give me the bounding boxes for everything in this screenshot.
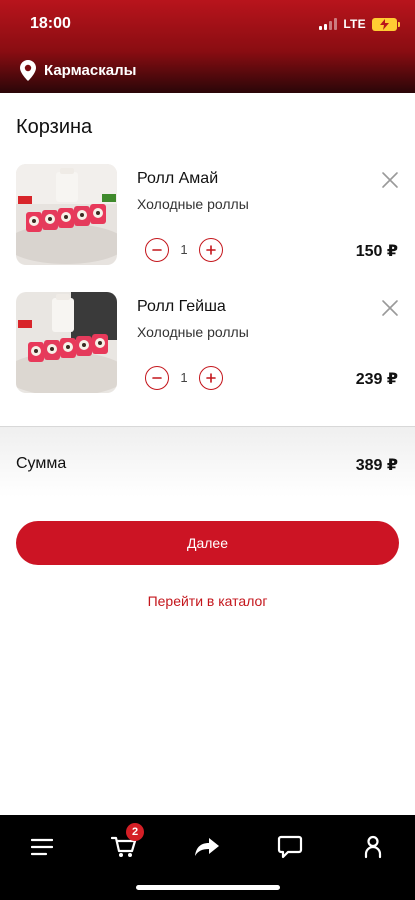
page-title: Корзина [16, 116, 93, 138]
location-pin-icon [20, 60, 36, 81]
product-price: 239 ₽ [355, 371, 398, 388]
product-price: 150 ₽ [355, 243, 398, 260]
tab-profile[interactable] [353, 827, 393, 867]
product-category: Холодные роллы [137, 196, 249, 212]
location-name: Кармаскалы [44, 62, 137, 79]
sum-label: Сумма [16, 455, 67, 472]
app-header: 18:00 LTE Кармаскалы [0, 0, 415, 93]
quantity-value: 1 [180, 370, 188, 385]
product-name: Ролл Гейша [137, 298, 226, 315]
increase-quantity-button[interactable] [199, 238, 223, 262]
battery-charging-icon [372, 17, 400, 31]
signal-icon [319, 18, 338, 30]
order-summary: Сумма 389 ₽ [0, 427, 415, 497]
next-button[interactable]: Далее [16, 521, 399, 565]
close-icon [382, 300, 398, 316]
cart-item: Ролл Гейша Холодные роллы 1 239 ₽ [0, 292, 415, 396]
status-bar: 18:00 LTE [0, 0, 415, 48]
plus-icon [206, 373, 216, 383]
remove-item-button[interactable] [380, 298, 400, 318]
status-indicators: LTE [319, 16, 400, 32]
product-image [16, 292, 117, 393]
decrease-quantity-button[interactable] [145, 238, 169, 262]
tab-share[interactable] [187, 827, 227, 867]
remove-item-button[interactable] [380, 170, 400, 190]
network-type: LTE [343, 17, 366, 31]
status-time: 18:00 [30, 15, 71, 32]
product-category: Холодные роллы [137, 324, 249, 340]
quantity-value: 1 [180, 242, 188, 257]
tab-chat[interactable] [270, 827, 310, 867]
plus-icon [206, 245, 216, 255]
increase-quantity-button[interactable] [199, 366, 223, 390]
tab-cart[interactable]: 2 [104, 823, 144, 867]
product-image [16, 164, 117, 265]
profile-icon [364, 835, 382, 859]
cart-count-badge: 2 [126, 823, 144, 841]
decrease-quantity-button[interactable] [145, 366, 169, 390]
sum-value: 389 ₽ [355, 457, 398, 474]
minus-icon [152, 377, 162, 379]
minus-icon [152, 249, 162, 251]
cart-item: Ролл Амай Холодные роллы 1 150 ₽ [0, 164, 415, 268]
location-selector[interactable]: Кармаскалы [20, 60, 136, 81]
share-icon [195, 838, 219, 856]
tab-menu[interactable] [22, 827, 62, 867]
chat-icon [277, 835, 303, 859]
home-indicator [136, 885, 280, 890]
go-to-catalog-link[interactable]: Перейти в каталог [0, 593, 415, 609]
close-icon [382, 172, 398, 188]
product-name: Ролл Амай [137, 170, 219, 187]
menu-icon [31, 838, 53, 856]
